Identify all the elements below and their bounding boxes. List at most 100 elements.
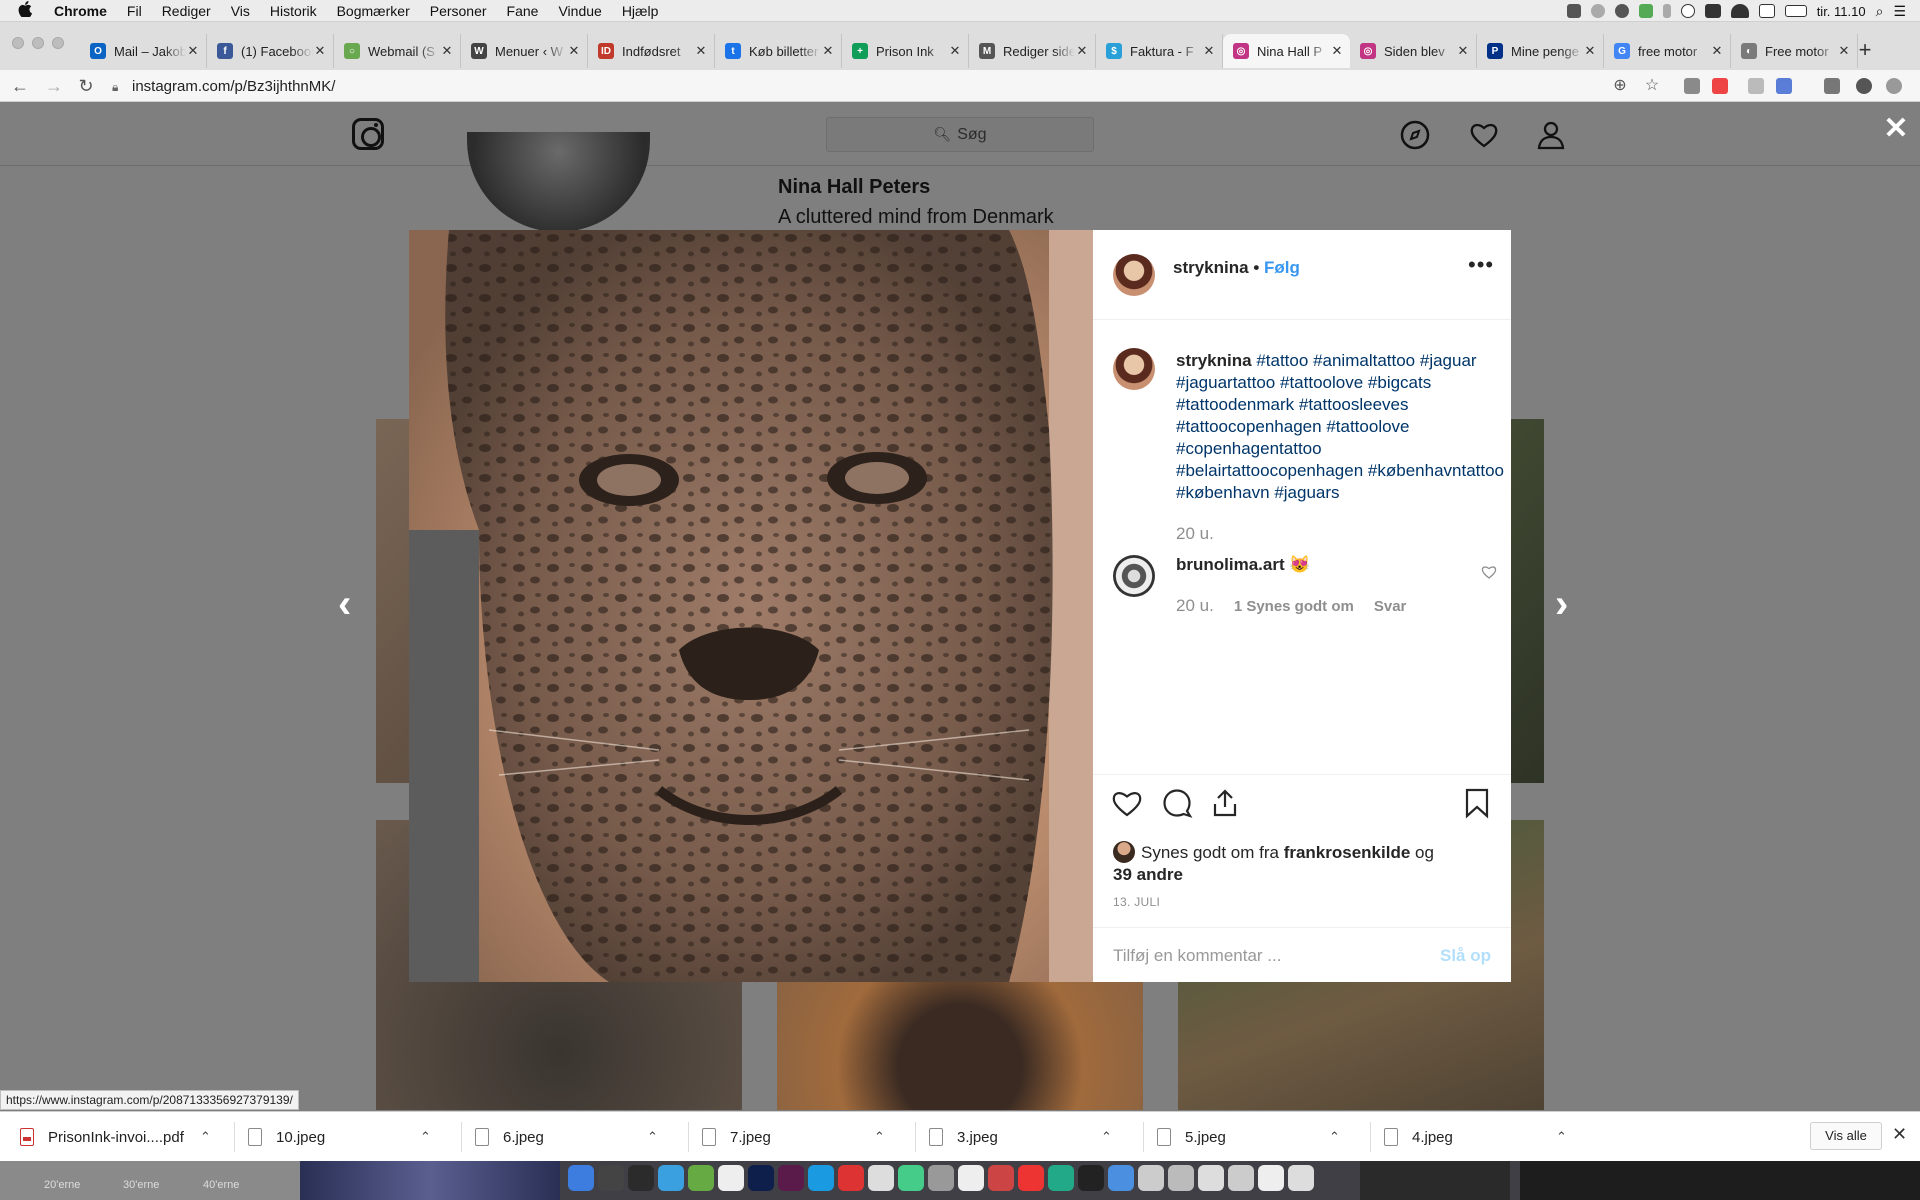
spotlight-search-icon[interactable]: ⌕ [1876,3,1884,20]
download-filename[interactable]: 5.jpeg [1185,1129,1226,1146]
ebay-extension-icon[interactable] [1712,78,1728,94]
dock-app-icon[interactable] [838,1165,864,1191]
hashtag-link[interactable]: #tattoolove [1280,373,1363,392]
evernote-status-icon[interactable] [1638,4,1653,18]
menu-vis[interactable]: Vis [231,3,250,19]
activity-heart-icon[interactable] [1469,120,1499,150]
hashtag-link[interactable]: #jaguartattoo [1176,373,1275,392]
dock-folder-label[interactable]: 30'erne [123,1179,159,1191]
download-filename[interactable]: 3.jpeg [957,1129,998,1146]
download-item[interactable]: 7.jpeg ⌃ [702,1112,885,1162]
dock-app-icon[interactable] [1288,1165,1314,1191]
menu-hjaelp[interactable]: Hjælp [622,3,659,19]
dock-app-icon[interactable] [1228,1165,1254,1191]
dock-app-icon[interactable] [958,1165,984,1191]
browser-tab[interactable]: t Køb billetter ✕ [715,34,842,68]
extension-menu-icon[interactable] [1886,78,1902,94]
menu-bogmaerker[interactable]: Bogmærker [337,3,410,19]
save-bookmark-icon[interactable] [1461,787,1493,819]
caption-author-avatar[interactable] [1113,348,1155,390]
download-options-chevron-icon[interactable]: ⌃ [200,1129,211,1145]
browser-tab[interactable]: ◎ Nina Hall P ✕ [1223,34,1350,68]
address-url[interactable]: instagram.com/p/Bz3ijhthnMK/ [132,78,335,95]
comment-username[interactable]: brunolima.art [1176,555,1285,574]
author-username[interactable]: stryknina [1173,258,1249,277]
bluetooth-icon[interactable] [1662,4,1671,18]
hashtag-link[interactable]: #copenhagentattoo [1176,439,1322,458]
author-avatar[interactable] [1113,254,1155,296]
hashtag-link[interactable]: #tattoocopenhagen [1176,417,1322,436]
dock-app-icon[interactable] [928,1165,954,1191]
browser-tab[interactable]: ◐ Free motor ✕ [1731,34,1858,68]
dock-folder-label[interactable]: 40'erne [203,1179,239,1191]
dock-app-icon[interactable] [778,1165,804,1191]
download-options-chevron-icon[interactable]: ⌃ [874,1129,885,1145]
bookmark-star-icon[interactable]: ☆ [1640,74,1664,98]
window-zoom-button[interactable] [52,37,64,49]
caption-username[interactable]: stryknina [1176,351,1252,370]
menu-personer[interactable]: Personer [430,3,487,19]
post-date[interactable]: 13. JULI [1113,895,1160,909]
download-item[interactable]: 5.jpeg ⌃ [1157,1112,1340,1162]
dock-app-icon[interactable] [1258,1165,1284,1191]
post-image[interactable] [409,230,1093,982]
wifi-icon[interactable] [1730,4,1749,18]
hashtag-link[interactable]: #københavn [1176,483,1270,502]
comment-timestamp[interactable]: 20 u. [1176,596,1214,616]
dock-app-icon[interactable] [1168,1165,1194,1191]
close-tab-icon[interactable]: ✕ [694,43,708,59]
download-filename[interactable]: 6.jpeg [503,1129,544,1146]
dock-app-icon[interactable] [1138,1165,1164,1191]
browser-tab[interactable]: $ Faktura - F ✕ [1096,34,1223,68]
download-filename[interactable]: 7.jpeg [730,1129,771,1146]
previous-post-arrow-icon[interactable]: ‹ [338,582,351,627]
menu-fil[interactable]: Fil [127,3,142,19]
close-tab-icon[interactable]: ✕ [1456,43,1470,59]
close-tab-icon[interactable]: ✕ [440,43,454,59]
browser-tab[interactable]: f (1) Facebook ✕ [207,34,334,68]
download-filename[interactable]: PrisonInk-invoi....pdf [48,1129,184,1146]
liker-username[interactable]: frankrosenkilde [1284,843,1411,862]
dock-app-icon[interactable] [658,1165,684,1191]
dock-app-icon[interactable] [1108,1165,1134,1191]
dock-app-icon[interactable] [868,1165,894,1191]
dock-app-icon[interactable] [1198,1165,1224,1191]
dock-app-icon[interactable] [988,1165,1014,1191]
hashtag-link[interactable]: #københavntattoo [1368,461,1504,480]
more-options-icon[interactable]: ••• [1468,252,1494,278]
new-tab-button[interactable]: + [1850,34,1880,68]
screenshot-extension-icon[interactable] [1684,78,1700,94]
dock-app-icon[interactable] [688,1165,714,1191]
menu-chrome[interactable]: Chrome [54,3,107,19]
browser-tab[interactable]: W Menuer ‹ W ✕ [461,34,588,68]
close-tab-icon[interactable]: ✕ [821,43,835,59]
hashtag-link[interactable]: #tattoodenmark [1176,395,1294,414]
next-post-arrow-icon[interactable]: › [1555,582,1568,627]
time-machine-icon[interactable] [1680,4,1695,18]
browser-tab[interactable]: ID Indfødsret ✕ [588,34,715,68]
hashtag-link[interactable]: #bigcats [1368,373,1431,392]
follow-button[interactable]: Følg [1264,258,1300,277]
download-item[interactable]: 4.jpeg ⌃ [1384,1112,1567,1162]
browser-tab[interactable]: ○ Webmail (S ✕ [334,34,461,68]
dock-app-icon[interactable] [718,1165,744,1191]
profile-avatar-icon[interactable] [1856,78,1872,94]
dock-app-icon[interactable] [1078,1165,1104,1191]
extension-icon[interactable] [1776,78,1792,94]
apple-menu-icon[interactable] [18,0,40,21]
show-all-downloads-button[interactable]: Vis alle [1810,1122,1882,1150]
browser-tab[interactable]: Gfree motor ✕ [1604,34,1731,68]
menu-vindue[interactable]: Vindue [558,3,601,19]
menu-rediger[interactable]: Rediger [162,3,211,19]
dock-app-icon[interactable] [748,1165,774,1191]
add-comment-input[interactable] [1113,944,1413,968]
comment-bubble-icon[interactable] [1161,787,1193,819]
cast-icon[interactable] [1824,78,1840,94]
hashtag-link[interactable]: #tattoosleeves [1299,395,1409,414]
dock-app-icon[interactable] [1018,1165,1044,1191]
menu-clock[interactable]: tir. 11.10 [1817,4,1866,19]
menu-fane[interactable]: Fane [507,3,539,19]
sync-status-icon[interactable] [1590,4,1605,18]
reload-button-icon[interactable]: ↻ [74,74,98,98]
display-icon[interactable] [1758,4,1775,18]
